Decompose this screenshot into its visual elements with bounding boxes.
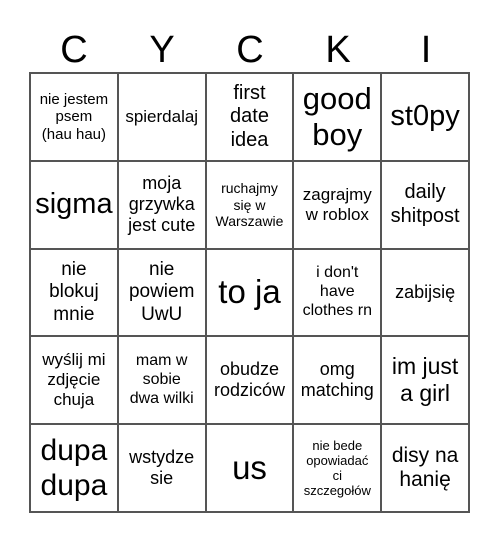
bingo-cell[interactable]: disy na hanię <box>381 424 469 512</box>
bingo-cell[interactable]: wstydze sie <box>117 424 206 512</box>
bingo-cell[interactable]: us <box>205 424 294 512</box>
bingo-cell[interactable]: first date idea <box>205 73 294 161</box>
bingo-cell[interactable]: st0py <box>381 73 469 161</box>
bingo-cell[interactable]: nie blokuj mnie <box>30 248 118 337</box>
bingo-cell[interactable]: ruchajmy się w Warszawie <box>205 160 294 249</box>
bingo-cell[interactable]: zabijsię <box>381 248 469 337</box>
bingo-cell[interactable]: daily shitpost <box>381 160 469 249</box>
bingo-cell[interactable]: obudze rodziców <box>205 336 294 425</box>
header-letter: C <box>60 29 88 71</box>
bingo-header: C Y C K I <box>30 28 470 72</box>
bingo-cell[interactable]: zagrajmy w roblox <box>293 160 382 249</box>
header-letter: C <box>236 29 264 71</box>
bingo-cell[interactable]: omg matching <box>293 336 382 425</box>
bingo-cell[interactable]: im just a girl <box>381 336 469 425</box>
bingo-cell[interactable]: nie bede opowiadać ci szczegołów <box>293 424 382 512</box>
bingo-grid: nie jestem psem (hau hau) spierdalaj first… <box>29 72 470 513</box>
bingo-cell[interactable]: mam w sobie dwa wilki <box>117 336 206 425</box>
header-letter: Y <box>149 29 175 71</box>
header-letter: K <box>325 29 351 71</box>
bingo-cell[interactable]: spierdalaj <box>117 73 206 161</box>
header-letter: I <box>420 29 432 71</box>
bingo-cell[interactable]: to ja <box>205 248 294 337</box>
bingo-cell[interactable]: moja grzywka jest cute <box>117 160 206 249</box>
bingo-cell[interactable]: good boy <box>293 73 382 161</box>
bingo-cell[interactable]: nie powiem UwU <box>117 248 206 337</box>
bingo-cell[interactable]: i don't have clothes rn <box>293 248 382 337</box>
bingo-cell[interactable]: nie jestem psem (hau hau) <box>30 73 118 161</box>
bingo-cell[interactable]: sigma <box>30 160 118 249</box>
bingo-cell[interactable]: wyślij mi zdjęcie chuja <box>30 336 118 425</box>
bingo-cell[interactable]: dupa dupa <box>30 424 118 512</box>
